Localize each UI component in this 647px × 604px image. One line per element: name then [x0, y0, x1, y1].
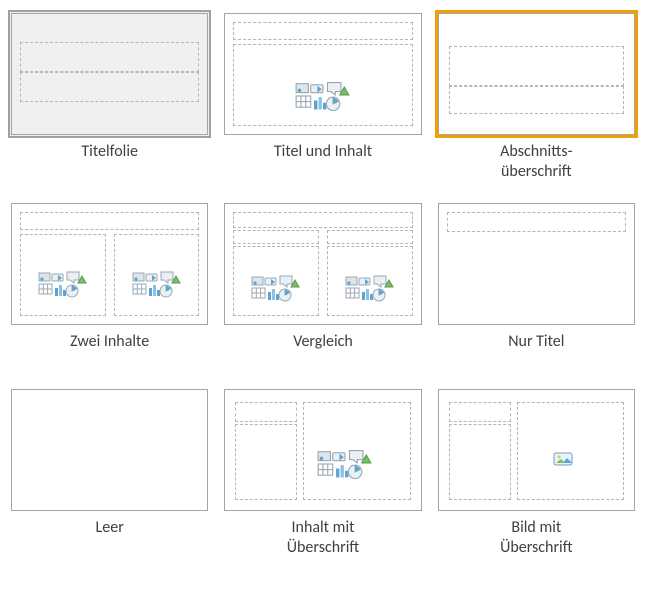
layout-option-titel-und-inhalt[interactable]: Titel und Inhalt [221, 10, 424, 182]
layout-gallery: Titelfolie Titel und Inhalt Abschnitts- … [8, 10, 638, 558]
layout-option-nur-titel[interactable]: Nur Titel [435, 200, 638, 368]
placeholder-caption-left [233, 230, 319, 244]
layout-option-vergleich[interactable]: Vergleich [221, 200, 424, 368]
layout-thumbnail [224, 13, 421, 135]
layout-option-inhalt-mit-ueberschrift[interactable]: Inhalt mit Überschrift [221, 386, 424, 558]
layout-label: Leer [8, 518, 211, 554]
placeholder-title [449, 46, 624, 86]
placeholder-title [447, 212, 626, 232]
placeholder-title [20, 42, 199, 72]
content-icons-icon [38, 270, 88, 303]
content-icons-icon [251, 274, 301, 307]
placeholder-title [449, 402, 511, 422]
placeholder-caption-right [327, 230, 413, 244]
layout-thumbnail [224, 389, 421, 511]
layout-label: Abschnitts- überschrift [435, 142, 638, 182]
layout-thumbnail [438, 13, 635, 135]
layout-thumbnail [438, 389, 635, 511]
placeholder-title [233, 212, 412, 228]
layout-label: Vergleich [221, 332, 424, 368]
placeholder-subtitle [449, 86, 624, 114]
layout-label: Zwei Inhalte [8, 332, 211, 368]
layout-option-bild-mit-ueberschrift[interactable]: Bild mit Überschrift [435, 386, 638, 558]
layout-thumbnail [224, 203, 421, 325]
layout-thumbnail [11, 13, 208, 135]
layout-thumbnail [11, 389, 208, 511]
layout-option-abschnittsueberschrift[interactable]: Abschnitts- überschrift [435, 10, 638, 182]
layout-option-leer[interactable]: Leer [8, 386, 211, 558]
picture-icon [553, 452, 573, 471]
layout-thumbnail [438, 203, 635, 325]
layout-label: Bild mit Überschrift [435, 518, 638, 558]
placeholder-text [449, 424, 511, 500]
layout-label: Inhalt mit Überschrift [221, 518, 424, 558]
placeholder-title [235, 402, 297, 422]
content-icons-icon [345, 274, 395, 307]
layout-label: Titel und Inhalt [221, 142, 424, 178]
layout-label: Titelfolie [8, 142, 211, 178]
layout-thumbnail [11, 203, 208, 325]
content-icons-icon [317, 448, 373, 485]
layout-option-titelfolie[interactable]: Titelfolie [8, 10, 211, 182]
placeholder-picture [517, 402, 624, 500]
placeholder-title [20, 212, 199, 230]
content-icons-icon [295, 80, 351, 117]
layout-label: Nur Titel [435, 332, 638, 368]
placeholder-subtitle [20, 72, 199, 102]
layout-option-zwei-inhalte[interactable]: Zwei Inhalte [8, 200, 211, 368]
content-icons-icon [132, 270, 182, 303]
placeholder-title [233, 22, 412, 40]
placeholder-text [235, 424, 297, 500]
